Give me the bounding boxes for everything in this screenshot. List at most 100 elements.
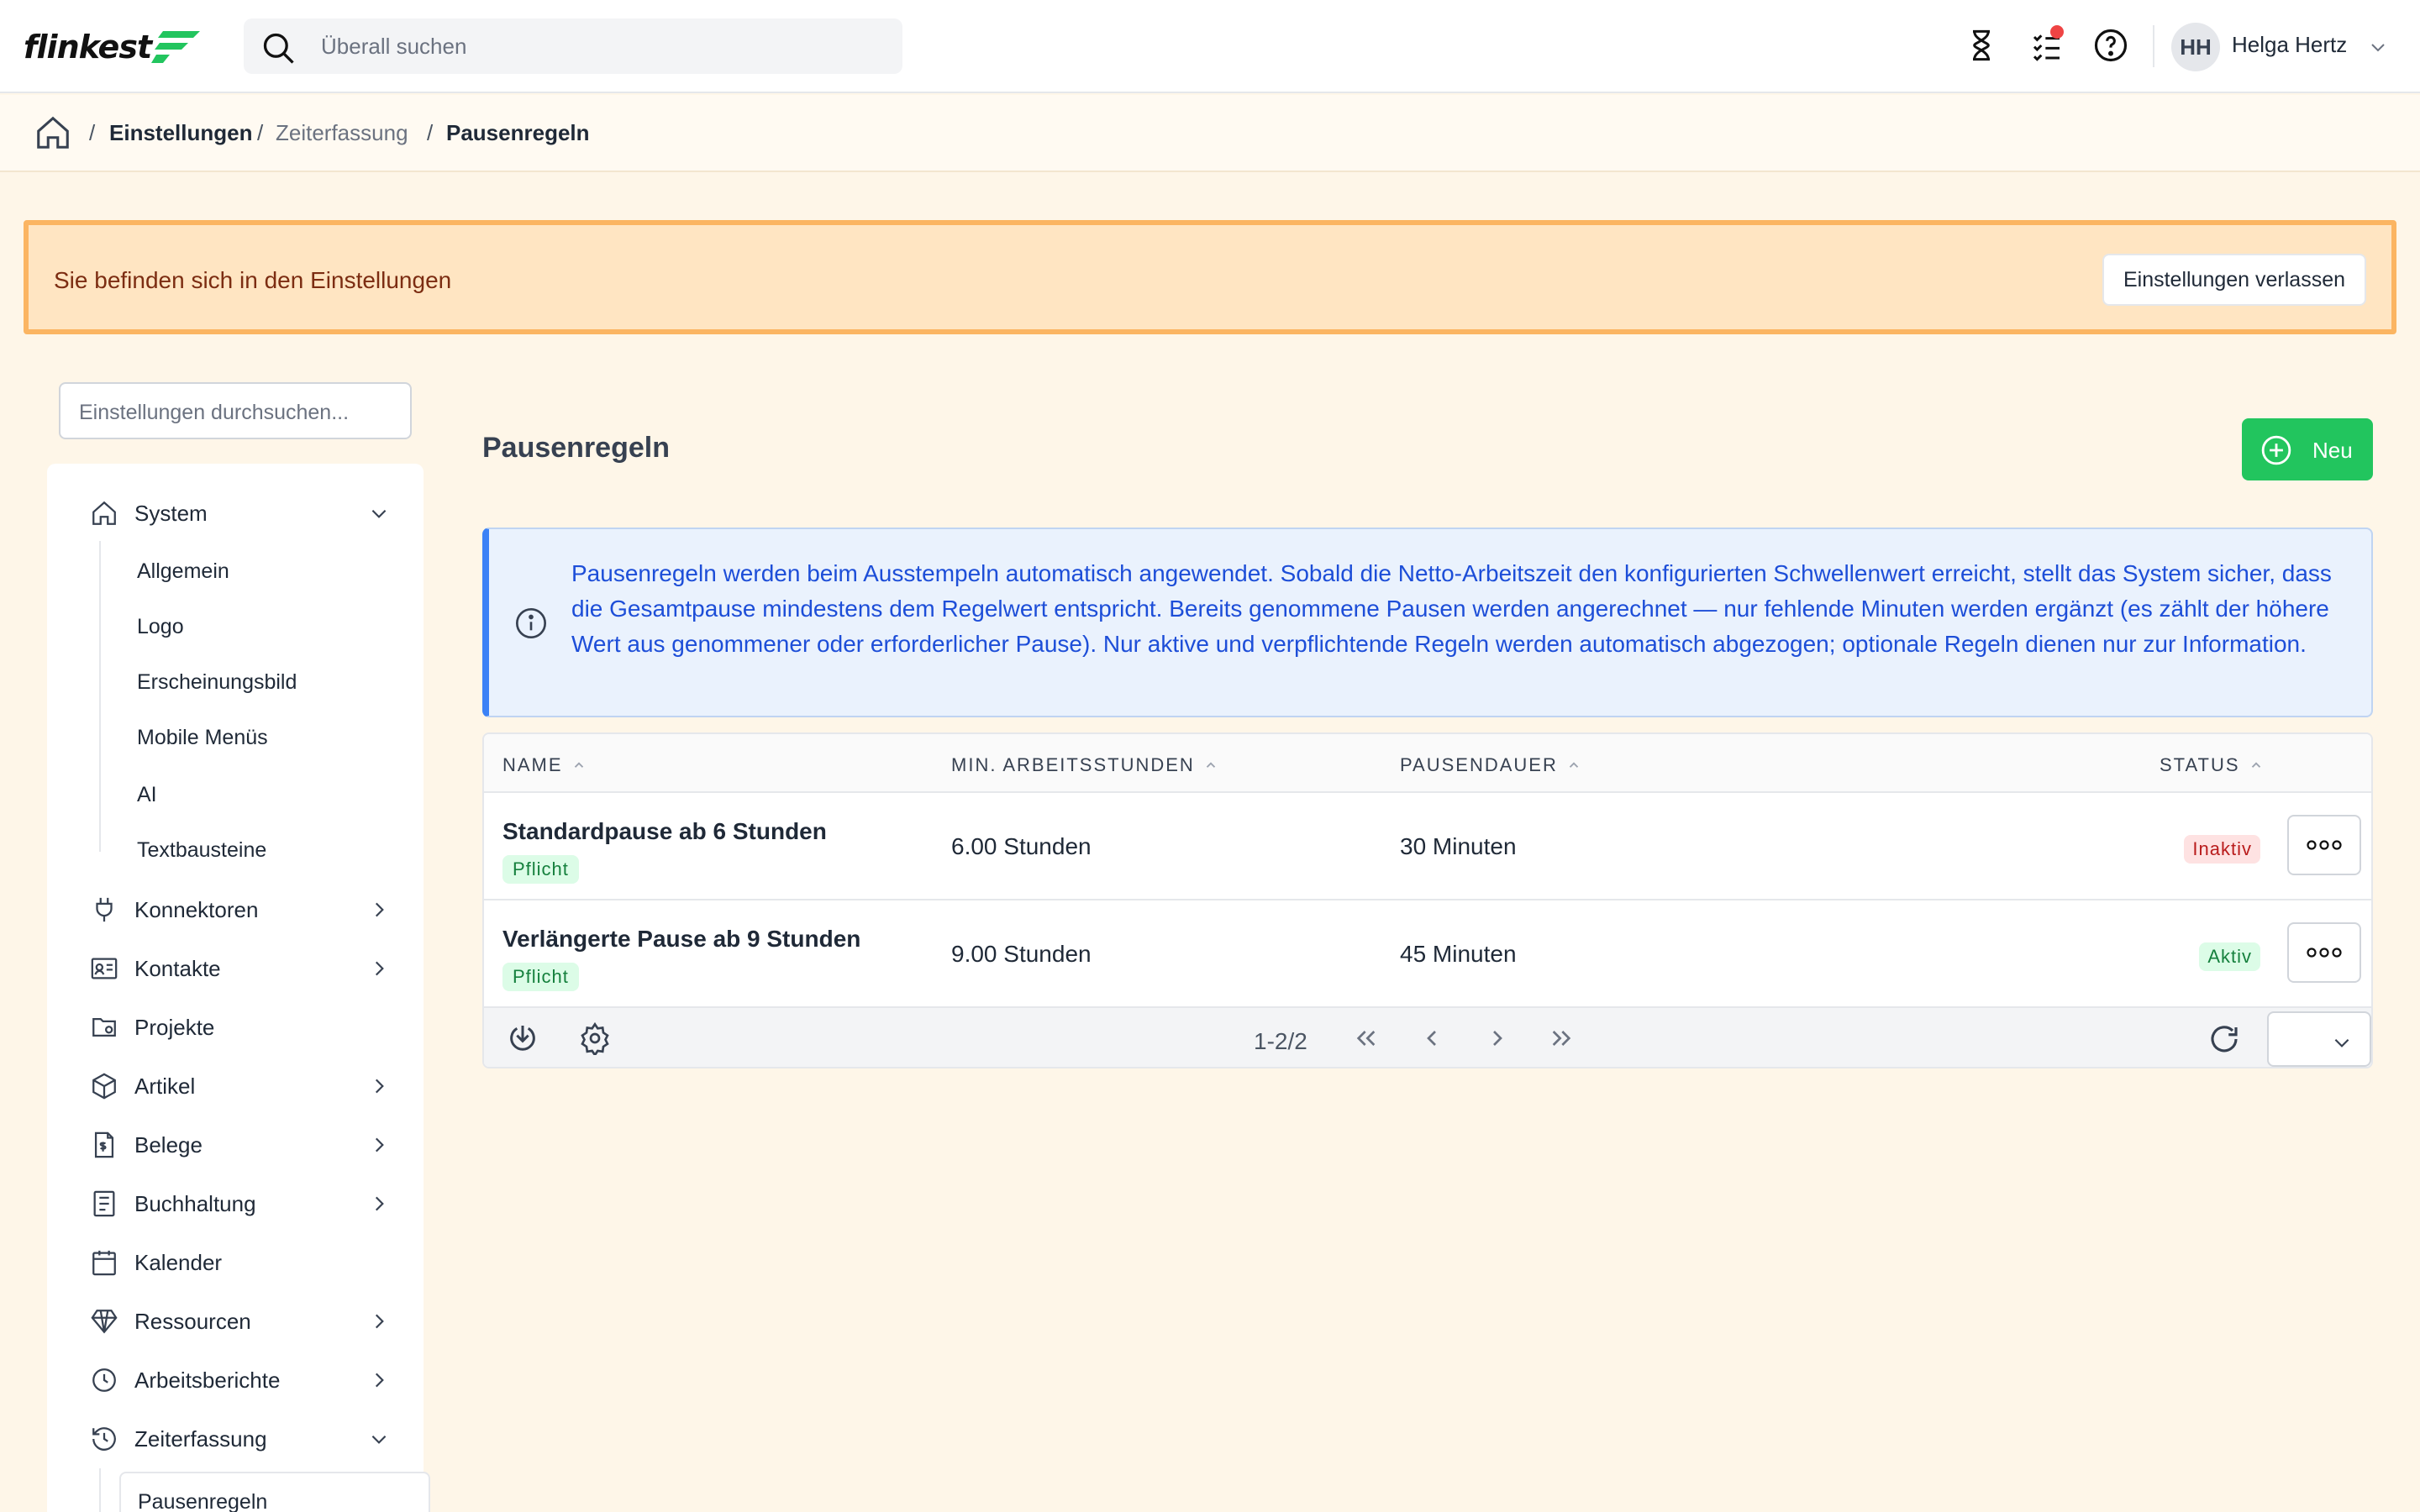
- sidebar-item-projekte[interactable]: Projekte: [87, 1006, 390, 1048]
- sidebar-item-label: Projekte: [134, 1014, 215, 1040]
- sidebar-item-label: Kontakte: [134, 955, 221, 981]
- search-placeholder: Überall suchen: [321, 33, 467, 59]
- sidebar-subitem-erscheinungsbild[interactable]: Erscheinungsbild: [137, 670, 297, 695]
- table-row[interactable]: Standardpause ab 6 Stunden Pflicht 6.00 …: [484, 793, 2371, 900]
- sidebar-item-zeiterfassung[interactable]: Zeiterfassung: [87, 1418, 390, 1460]
- chevron-down-icon: [371, 509, 387, 518]
- breadcrumb-einstellungen[interactable]: Einstellungen: [109, 120, 252, 146]
- column-header-name[interactable]: NAME: [502, 754, 587, 776]
- sidebar-subitem-textbausteine[interactable]: Textbausteine: [137, 838, 266, 863]
- leave-settings-button[interactable]: Einstellungen verlassen: [2102, 254, 2366, 306]
- settings-gear-icon[interactable]: [578, 1021, 612, 1055]
- help-button[interactable]: [2091, 25, 2131, 66]
- sidebar-item-ressourcen[interactable]: Ressourcen: [87, 1300, 390, 1342]
- box-icon: [87, 1069, 121, 1103]
- table-row[interactable]: Verlängerte Pause ab 9 Stunden Pflicht 9…: [484, 900, 2371, 1008]
- chevron-down-icon: [2334, 1038, 2349, 1047]
- row-actions-button[interactable]: [2287, 922, 2361, 983]
- status-badge: Inaktiv: [2184, 835, 2260, 864]
- info-icon: [516, 608, 546, 638]
- column-header-label: STATUS: [2160, 754, 2240, 775]
- status-badge: Aktiv: [2199, 942, 2260, 971]
- info-callout: Pausenregeln werden beim Ausstempeln aut…: [482, 528, 2373, 717]
- timer-button[interactable]: [1961, 25, 2002, 66]
- column-header-min-arbeitsstunden[interactable]: MIN. ARBEITSSTUNDEN: [951, 754, 1218, 776]
- type-badge: Pflicht: [502, 855, 579, 884]
- history-icon: [87, 1422, 121, 1456]
- breadcrumb: / Einstellungen / Zeiterfassung / Pausen…: [0, 95, 2420, 172]
- banner-text: Sie befinden sich in den Einstellungen: [54, 267, 452, 293]
- chevron-right-icon: [375, 1079, 384, 1094]
- type-badge: Pflicht: [502, 963, 579, 991]
- settings-search-placeholder: Einstellungen durchsuchen...: [79, 401, 350, 424]
- clock-icon: [87, 1363, 121, 1397]
- help-icon: [2094, 29, 2128, 62]
- page-size-select[interactable]: [2267, 1011, 2371, 1067]
- next-page-icon[interactable]: [1484, 1025, 1511, 1052]
- column-header-pausendauer[interactable]: PAUSENDAUER: [1400, 754, 1581, 776]
- sidebar-item-label: Kalender: [134, 1249, 223, 1275]
- receipt-icon: [87, 1128, 121, 1162]
- more-horizontal-icon: [2307, 840, 2342, 850]
- folder-gear-icon: [87, 1011, 121, 1044]
- avatar[interactable]: HH: [2171, 23, 2220, 71]
- contact-card-icon: [87, 952, 121, 985]
- chevron-right-icon: [375, 961, 384, 976]
- sidebar-item-label: Buchhaltung: [134, 1190, 256, 1216]
- new-button-label: Neu: [2312, 438, 2353, 463]
- min-hours: 9.00 Stunden: [951, 941, 1092, 967]
- sidebar-subitem-pausenregeln[interactable]: Pausenregeln: [119, 1472, 430, 1512]
- notification-dot: [2050, 25, 2064, 39]
- sidebar-subitem-mobile-menues[interactable]: Mobile Menüs: [137, 726, 268, 750]
- sidebar-item-label: Belege: [134, 1131, 203, 1158]
- sidebar-item-label: Zeiterfassung: [134, 1425, 267, 1452]
- sidebar-subitem-ai[interactable]: AI: [137, 783, 157, 807]
- min-hours: 6.00 Stunden: [951, 833, 1092, 859]
- previous-page-icon[interactable]: [1418, 1025, 1445, 1052]
- sidebar-subitem-logo[interactable]: Logo: [137, 615, 184, 639]
- logo-text: flinkest: [24, 29, 152, 66]
- user-name[interactable]: Helga Hertz: [2232, 32, 2347, 58]
- column-header-status[interactable]: STATUS: [2160, 754, 2264, 776]
- table-footer: 1-2/2: [484, 1008, 2371, 1067]
- sidebar-item-konnektoren[interactable]: Konnektoren: [87, 889, 390, 931]
- sidebar-item-arbeitsberichte[interactable]: Arbeitsberichte: [87, 1359, 390, 1401]
- chevron-right-icon: [375, 1373, 384, 1388]
- ledger-icon: [87, 1187, 121, 1221]
- sort-icon: [574, 762, 583, 768]
- sidebar-item-buchhaltung[interactable]: Buchhaltung: [87, 1183, 390, 1225]
- first-page-icon[interactable]: [1353, 1025, 1380, 1052]
- plug-icon: [87, 893, 121, 927]
- breadcrumb-zeiterfassung[interactable]: Zeiterfassung: [276, 120, 408, 146]
- diamond-icon: [87, 1305, 121, 1338]
- chevron-down-icon[interactable]: [2368, 37, 2388, 57]
- chevron-right-icon: [375, 1137, 384, 1152]
- rule-name: Standardpause ab 6 Stunden: [502, 818, 827, 844]
- row-actions-button[interactable]: [2287, 815, 2361, 875]
- search-icon: [263, 33, 294, 64]
- tasks-button[interactable]: [2027, 25, 2067, 66]
- home-icon[interactable]: [34, 113, 72, 152]
- flinkest-logo[interactable]: flinkest: [24, 24, 202, 71]
- last-page-icon[interactable]: [1548, 1025, 1575, 1052]
- sidebar-item-system[interactable]: System: [87, 492, 390, 534]
- refresh-icon[interactable]: [2207, 1021, 2242, 1057]
- sidebar-item-belege[interactable]: Belege: [87, 1124, 390, 1166]
- new-rule-button[interactable]: Neu: [2242, 418, 2373, 480]
- page-title: Pausenregeln: [482, 432, 670, 464]
- chevron-right-icon: [375, 902, 384, 917]
- chevron-right-icon: [375, 1314, 384, 1329]
- sidebar-item-label: Konnektoren: [134, 896, 259, 922]
- settings-search-input[interactable]: Einstellungen durchsuchen...: [59, 382, 412, 439]
- download-icon[interactable]: [506, 1021, 539, 1055]
- global-search-input[interactable]: Überall suchen: [244, 18, 902, 74]
- sidebar-subitem-allgemein[interactable]: Allgemein: [137, 559, 229, 584]
- sidebar-item-kontakte[interactable]: Kontakte: [87, 948, 390, 990]
- sidebar-item-artikel[interactable]: Artikel: [87, 1065, 390, 1107]
- more-horizontal-icon: [2307, 948, 2342, 958]
- column-header-label: MIN. ARBEITSSTUNDEN: [951, 754, 1195, 775]
- header-divider: [2153, 25, 2154, 67]
- logo-mark-icon: [151, 31, 201, 63]
- settings-banner: Sie befinden sich in den Einstellungen E…: [24, 220, 2396, 334]
- sidebar-item-kalender[interactable]: Kalender: [87, 1242, 390, 1284]
